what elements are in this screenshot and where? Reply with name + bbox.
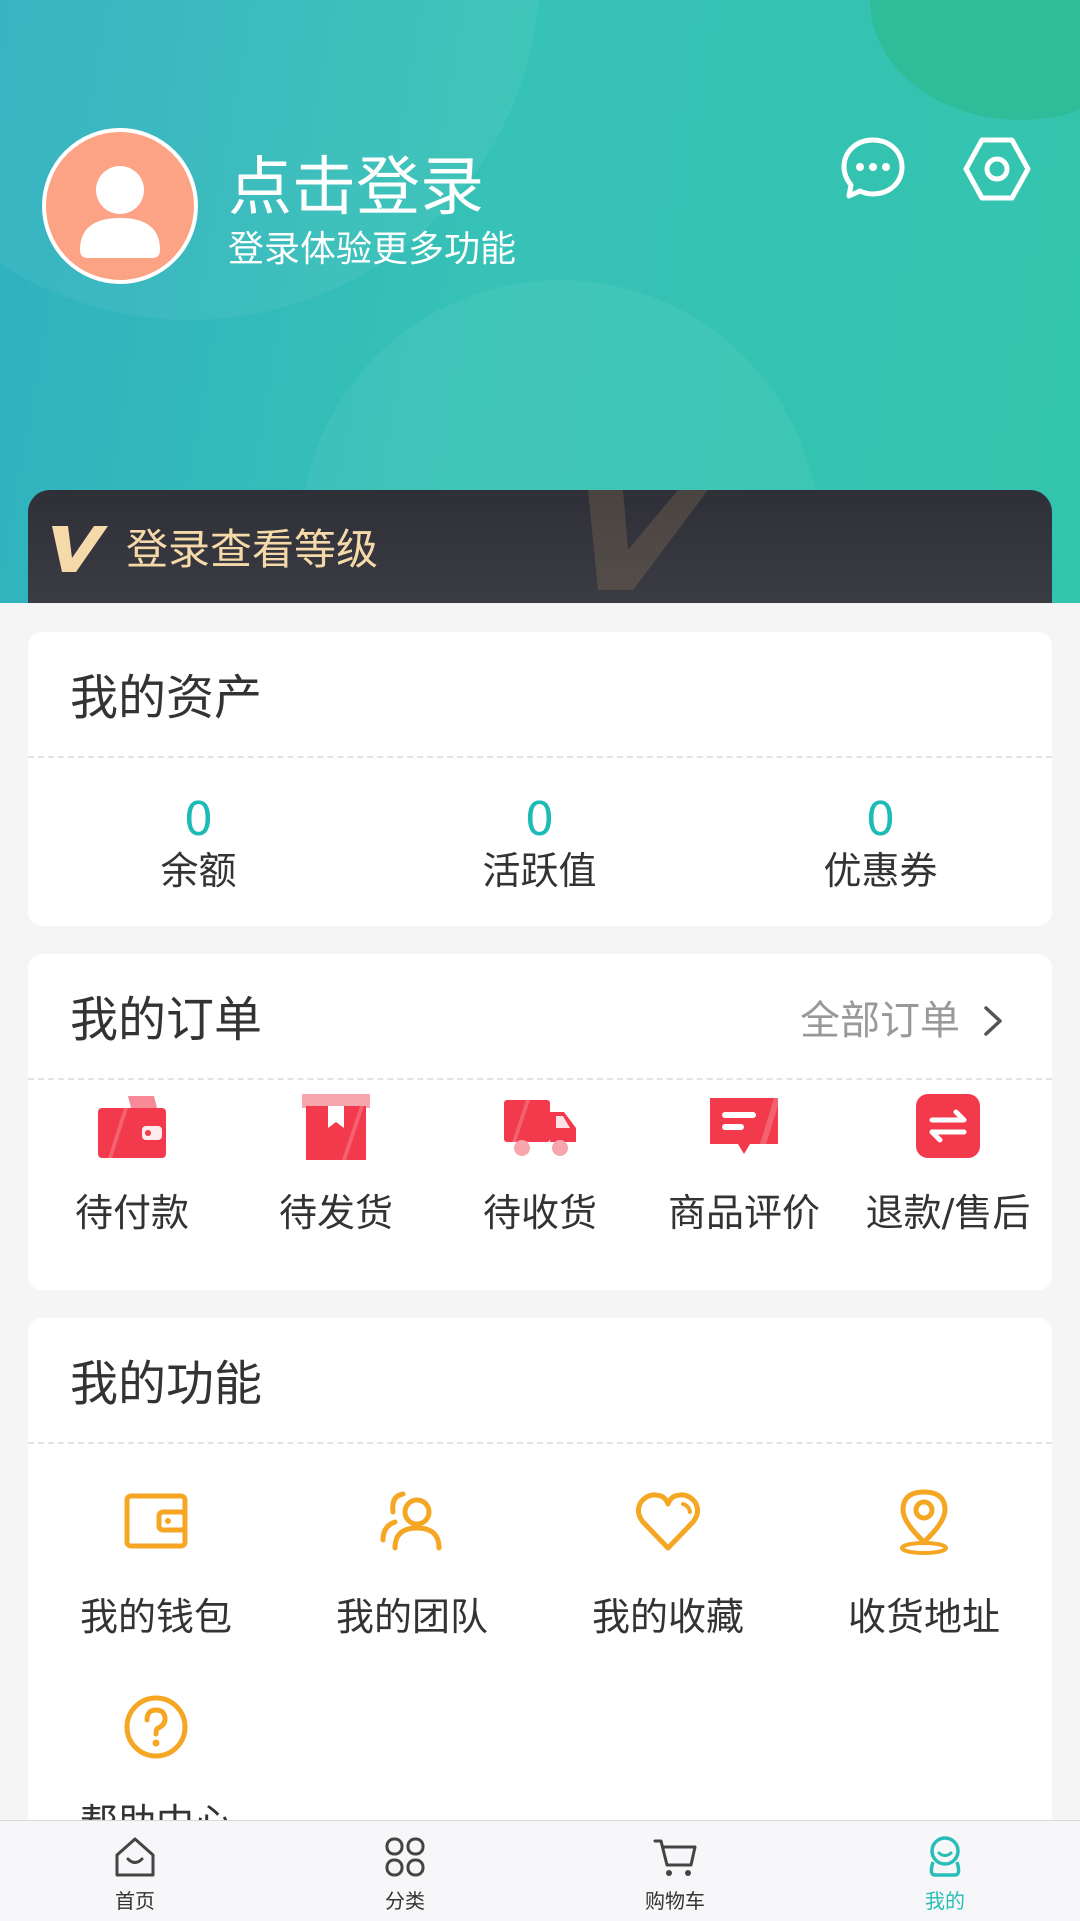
assets-card: 我的资产 0 余额 0 活跃值 0 优惠券	[28, 632, 1052, 926]
chat-bubble-icon[interactable]	[838, 134, 908, 204]
function-team[interactable]: 我的团队	[284, 1486, 540, 1642]
header-decoration	[870, 0, 1080, 120]
functions-card: 我的功能 我的钱包 我的团队 我的收藏 收货地址	[28, 1318, 1052, 1820]
function-label: 我的收藏	[591, 1595, 744, 1639]
functions-title: 我的功能	[70, 1356, 263, 1412]
tab-label: 我的	[925, 1889, 965, 1913]
profile-header: 点击登录 登录体验更多功能 登录查看等级	[0, 0, 1080, 603]
all-orders-link[interactable]: 全部订单	[800, 994, 960, 1048]
heart-icon	[635, 1492, 701, 1551]
profile-icon	[929, 1836, 961, 1877]
login-title[interactable]: 点击登录	[228, 148, 484, 228]
truck-icon	[504, 1100, 576, 1156]
tab-category[interactable]: 分类	[270, 1821, 540, 1921]
bottom-tab-bar: 首页 分类 购物车 我的	[0, 1820, 1080, 1921]
avatar[interactable]	[42, 128, 198, 284]
order-label: 待付款	[74, 1191, 189, 1235]
tab-home[interactable]: 首页	[0, 1821, 270, 1921]
tab-label: 购物车	[645, 1889, 705, 1913]
user-avatar-icon	[80, 166, 160, 258]
asset-value: 0	[865, 792, 896, 846]
hex-gear-icon[interactable]	[962, 134, 1032, 204]
cart-icon	[653, 1839, 697, 1876]
vip-badge-icon	[52, 526, 108, 572]
divider	[28, 1078, 1052, 1080]
order-label: 商品评价	[667, 1191, 820, 1235]
home-icon	[115, 1837, 155, 1877]
asset-label: 活跃值	[482, 849, 597, 893]
wallet-icon	[98, 1096, 166, 1158]
vip-level-banner[interactable]: 登录查看等级	[28, 490, 1052, 603]
order-pending-receipt[interactable]: 待收货	[438, 1092, 642, 1238]
asset-coupons[interactable]: 0 优惠券	[710, 792, 1051, 896]
order-refund[interactable]: 退款/售后	[846, 1092, 1050, 1238]
order-pending-shipment[interactable]: 待发货	[234, 1092, 438, 1238]
login-subtitle: 登录体验更多功能	[228, 229, 517, 270]
function-address[interactable]: 收货地址	[796, 1486, 1052, 1642]
divider	[28, 1442, 1052, 1444]
order-label: 待发货	[278, 1191, 393, 1235]
assets-title: 我的资产	[70, 670, 263, 726]
vip-watermark	[588, 490, 708, 590]
asset-activity[interactable]: 0 活跃值	[369, 792, 710, 896]
function-help[interactable]: 帮助中心	[28, 1692, 284, 1820]
help-icon	[124, 1695, 188, 1759]
tab-label: 分类	[385, 1889, 425, 1913]
order-pending-payment[interactable]: 待付款	[30, 1092, 234, 1238]
exchange-icon	[916, 1094, 980, 1158]
chevron-right-icon[interactable]	[980, 1004, 1006, 1038]
order-review[interactable]: 商品评价	[642, 1092, 846, 1238]
asset-balance[interactable]: 0 余额	[28, 792, 369, 896]
tab-label: 首页	[115, 1889, 155, 1913]
orders-title: 我的订单	[70, 992, 263, 1048]
location-icon	[900, 1489, 948, 1555]
comment-icon	[710, 1098, 778, 1154]
function-wallet[interactable]: 我的钱包	[28, 1486, 284, 1642]
function-label: 我的团队	[335, 1595, 488, 1639]
asset-label: 余额	[160, 849, 237, 893]
function-favorites[interactable]: 我的收藏	[540, 1486, 796, 1642]
asset-value: 0	[524, 792, 555, 846]
function-label: 我的钱包	[79, 1595, 232, 1639]
asset-value: 0	[183, 792, 214, 846]
vip-text: 登录查看等级	[126, 525, 379, 574]
category-icon	[385, 1837, 425, 1877]
tab-cart[interactable]: 购物车	[540, 1821, 810, 1921]
package-icon	[302, 1094, 370, 1160]
function-label: 帮助中心	[28, 1798, 284, 1820]
divider	[28, 756, 1052, 758]
order-label: 退款/售后	[865, 1191, 1031, 1235]
team-icon	[380, 1491, 442, 1551]
order-label: 待收货	[482, 1191, 597, 1235]
tab-profile[interactable]: 我的	[810, 1821, 1080, 1921]
function-label: 收货地址	[847, 1595, 1000, 1639]
asset-label: 优惠券	[823, 849, 938, 893]
wallet-outline-icon	[124, 1493, 188, 1549]
orders-card: 我的订单 全部订单 待付款 待发货 待收货 商品评价 退款/售后	[28, 954, 1052, 1290]
